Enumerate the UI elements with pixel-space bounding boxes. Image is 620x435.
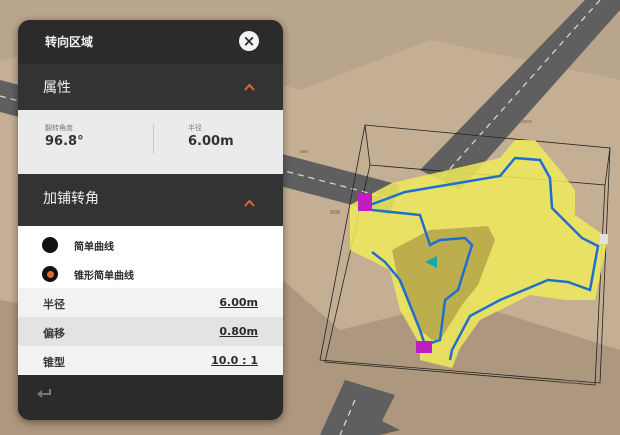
param-value[interactable]: 6.00m [219, 296, 258, 309]
radius-value: 6.00m [188, 134, 234, 149]
panel-title: 转向区域 [45, 35, 94, 49]
panel-footer [18, 375, 283, 416]
simple-curve-label: 简单曲线 [74, 241, 114, 253]
undo-icon[interactable] [36, 387, 52, 399]
chevron-up-icon[interactable] [244, 83, 255, 91]
panel-titlebar: 转向区域 × [18, 20, 283, 64]
param-value[interactable]: 0.80m [219, 325, 258, 338]
radio-tapered-simple-curve[interactable]: 锥形简单曲线 [42, 266, 134, 282]
param-row-radius[interactable]: 半径 6.00m [18, 288, 283, 317]
param-value[interactable]: 10.0 : 1 [211, 354, 258, 367]
radio-selected-icon[interactable] [42, 266, 58, 282]
properties-values: 翻转角度 96.8° 半径 6.00m [18, 110, 283, 174]
radius-property: 半径 6.00m [188, 123, 234, 149]
properties-title: 属性 [43, 80, 71, 96]
param-row-offset[interactable]: 偏移 0.80m [18, 317, 283, 346]
property-divider [153, 124, 154, 154]
close-icon[interactable]: × [239, 31, 259, 51]
radio-unselected-icon[interactable] [42, 237, 58, 253]
turn-region-panel: 转向区域 × 属性 翻转角度 96.8° 半径 6.00m 加铺转角 简单曲线 … [18, 20, 283, 420]
properties-section-header[interactable]: 属性 [18, 64, 283, 110]
curb-turn-title: 加铺转角 [43, 191, 99, 207]
tapered-simple-curve-label: 锥形简单曲线 [74, 270, 134, 282]
curve-type-options: 简单曲线 锥形简单曲线 [18, 226, 283, 288]
curb-turn-section-header[interactable]: 加铺转角 [18, 174, 283, 226]
param-label: 锥型 [43, 356, 65, 369]
radius-label: 半径 [188, 124, 202, 132]
param-label: 半径 [43, 298, 65, 311]
chevron-up-icon[interactable] [244, 199, 255, 207]
turn-angle-property: 翻转角度 96.8° [45, 123, 84, 149]
turn-angle-label: 翻转角度 [45, 124, 73, 132]
turn-angle-value: 96.8° [45, 134, 84, 149]
radio-simple-curve[interactable]: 简单曲线 [42, 237, 114, 253]
param-row-taper[interactable]: 锥型 10.0 : 1 [18, 346, 283, 375]
param-label: 偏移 [43, 327, 65, 340]
